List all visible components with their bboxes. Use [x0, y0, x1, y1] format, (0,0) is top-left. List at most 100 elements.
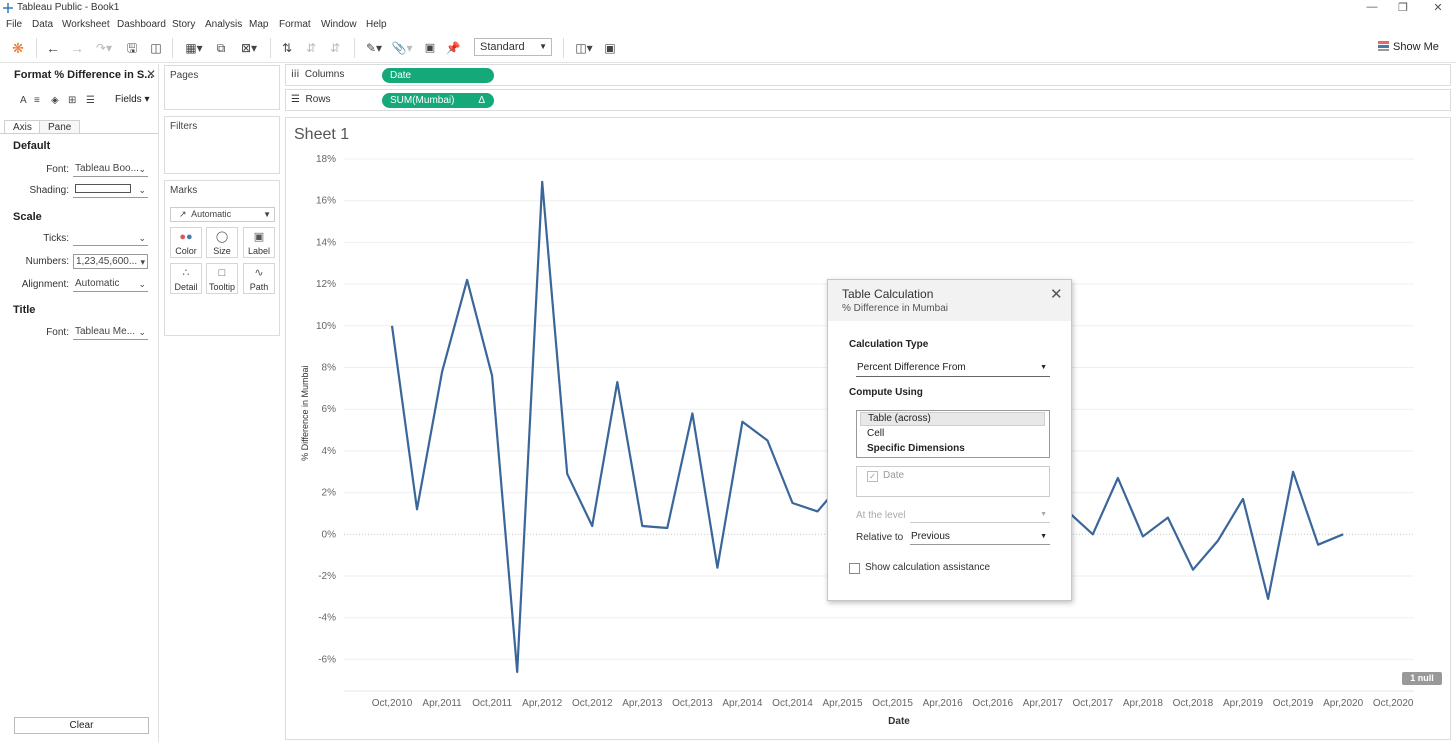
y-tick-label: 4%: [322, 446, 337, 457]
highlight-icon[interactable]: ✎▾: [362, 39, 386, 57]
numbers-select[interactable]: 1,23,45,600... ▾: [73, 254, 148, 269]
new-worksheet-icon[interactable]: ▦▾: [180, 39, 208, 57]
replay-icon[interactable]: ↷▾: [92, 39, 116, 57]
chevron-down-icon: ▼: [539, 42, 547, 51]
date-pill[interactable]: Date: [382, 68, 494, 83]
show-mark-labels-icon[interactable]: ▣: [422, 39, 438, 57]
columns-shelf[interactable]: ⅰⅰⅰ Columns Date: [285, 64, 1451, 86]
compute-option-table-across[interactable]: Table (across): [860, 412, 1045, 426]
tab-pane[interactable]: Pane: [39, 120, 81, 134]
y-tick-label: 0%: [322, 529, 337, 540]
close-icon[interactable]: ✕: [1050, 285, 1063, 303]
menu-map[interactable]: Map: [249, 19, 268, 30]
relative-to-select[interactable]: Previous ▼: [910, 530, 1050, 545]
data-point: [391, 325, 393, 327]
show-calculation-assistance-checkbox[interactable]: [849, 563, 860, 574]
format-borders-icon[interactable]: ⊞: [68, 95, 76, 106]
format-shading-icon[interactable]: ◈: [51, 95, 59, 106]
format-lines-icon[interactable]: ☰: [86, 95, 95, 106]
format-alignment-icon[interactable]: ≡: [34, 95, 40, 106]
size-mark-button[interactable]: ◯ Size: [206, 227, 238, 258]
date-dimension-checkbox[interactable]: ✓: [867, 471, 878, 482]
sort-descending-icon[interactable]: ⇵: [326, 39, 344, 57]
x-tick-label: Apr,2017: [1023, 698, 1063, 709]
data-point: [516, 671, 518, 673]
numbers-label: Numbers:: [25, 256, 69, 267]
marks-card-title: Marks: [170, 185, 198, 196]
save-icon[interactable]: 🖫: [123, 39, 141, 57]
title-font-select[interactable]: Tableau Me... ⌄: [73, 325, 148, 340]
close-icon[interactable]: ✕: [146, 67, 156, 81]
menu-data[interactable]: Data: [32, 19, 53, 30]
data-point: [1317, 544, 1319, 546]
show-cards-icon[interactable]: ◫▾: [570, 39, 598, 57]
menu-analysis[interactable]: Analysis: [205, 19, 242, 30]
ticks-select[interactable]: ⌄: [73, 231, 148, 246]
duplicate-sheet-icon[interactable]: ⧉: [212, 39, 230, 57]
path-icon: ∿: [254, 267, 264, 279]
data-point: [1092, 533, 1094, 535]
presentation-mode-icon[interactable]: ▣: [601, 39, 619, 57]
at-level-select[interactable]: ▼: [910, 508, 1050, 523]
shading-select[interactable]: ⌄: [73, 183, 148, 198]
clear-button[interactable]: Clear: [14, 717, 149, 734]
x-tick-label: Apr,2011: [422, 698, 462, 709]
detail-mark-button[interactable]: ∴ Detail: [170, 263, 202, 294]
group-members-icon[interactable]: 📎▾: [390, 39, 414, 57]
calculation-type-select[interactable]: Percent Difference From ▼: [856, 361, 1050, 377]
fields-dropdown[interactable]: Fields ▾: [115, 94, 150, 105]
x-tick-label: Oct,2018: [1173, 698, 1214, 709]
menu-file[interactable]: File: [6, 19, 22, 30]
fix-axes-icon[interactable]: 📌: [445, 39, 461, 57]
title-heading: Title: [13, 304, 36, 316]
color-mark-button[interactable]: ●● Color: [170, 227, 202, 258]
compute-option-specific-dimensions[interactable]: Specific Dimensions: [860, 442, 1045, 456]
null-indicator[interactable]: 1 null: [1402, 672, 1442, 685]
rows-shelf[interactable]: ☰ Rows SUM(Mumbai) Δ: [285, 89, 1451, 111]
show-calculation-assistance-label: Show calculation assistance: [865, 562, 991, 573]
mark-type-select[interactable]: ↗ Automatic ▼: [170, 207, 275, 222]
y-tick-label: 8%: [322, 363, 337, 374]
compute-option-cell[interactable]: Cell: [860, 427, 1045, 441]
redo-icon[interactable]: →: [68, 39, 86, 57]
pages-card[interactable]: Pages: [164, 65, 280, 110]
tooltip-mark-button[interactable]: □ Tooltip: [206, 263, 238, 294]
show-me-button[interactable]: Show Me: [1378, 39, 1439, 55]
menu-worksheet[interactable]: Worksheet: [62, 19, 110, 30]
x-tick-label: Apr,2013: [622, 698, 662, 709]
undo-icon[interactable]: ←: [44, 39, 62, 57]
font-label: Font:: [46, 164, 69, 175]
x-tick-label: Apr,2015: [823, 698, 863, 709]
scale-heading: Scale: [13, 211, 42, 223]
format-font-icon[interactable]: A: [20, 95, 27, 106]
menu-story[interactable]: Story: [172, 19, 195, 30]
restore-icon[interactable]: ❐: [1393, 1, 1413, 14]
y-tick-label: 12%: [316, 279, 336, 290]
x-tick-label: Apr,2014: [722, 698, 762, 709]
title-font-label: Font:: [46, 327, 69, 338]
minimize-icon[interactable]: —: [1362, 1, 1382, 13]
close-window-icon[interactable]: ✕: [1428, 1, 1448, 14]
rows-shelf-label: ☰ Rows: [291, 94, 331, 105]
default-font-select[interactable]: Tableau Boo... ⌄: [73, 162, 148, 177]
sort-ascending-icon[interactable]: ⇵: [302, 39, 320, 57]
menu-window[interactable]: Window: [321, 19, 357, 30]
tab-axis[interactable]: Axis: [4, 120, 41, 134]
sum-mumbai-pill[interactable]: SUM(Mumbai) Δ: [382, 93, 494, 108]
tableau-home-icon[interactable]: ❋: [10, 39, 26, 57]
menu-dashboard[interactable]: Dashboard: [117, 19, 166, 30]
table-calculation-dialog: Table Calculation % Difference in Mumbai…: [827, 279, 1072, 601]
clear-sheet-icon[interactable]: ⊠▾: [235, 39, 263, 57]
menu-format[interactable]: Format: [279, 19, 311, 30]
filters-card[interactable]: Filters: [164, 116, 280, 174]
label-mark-button[interactable]: ▣ Label: [243, 227, 275, 258]
fit-dropdown[interactable]: Standard ▼: [474, 38, 552, 56]
ticks-label: Ticks:: [43, 233, 69, 244]
menu-help[interactable]: Help: [366, 19, 387, 30]
swap-icon[interactable]: ⇅: [278, 39, 296, 57]
alignment-select[interactable]: Automatic ⌄: [73, 277, 148, 292]
y-tick-label: -4%: [318, 613, 336, 624]
path-mark-button[interactable]: ∿ Path: [243, 263, 275, 294]
new-data-source-icon[interactable]: ◫: [147, 39, 165, 57]
columns-icon: ⅰⅰⅰ: [291, 69, 300, 80]
